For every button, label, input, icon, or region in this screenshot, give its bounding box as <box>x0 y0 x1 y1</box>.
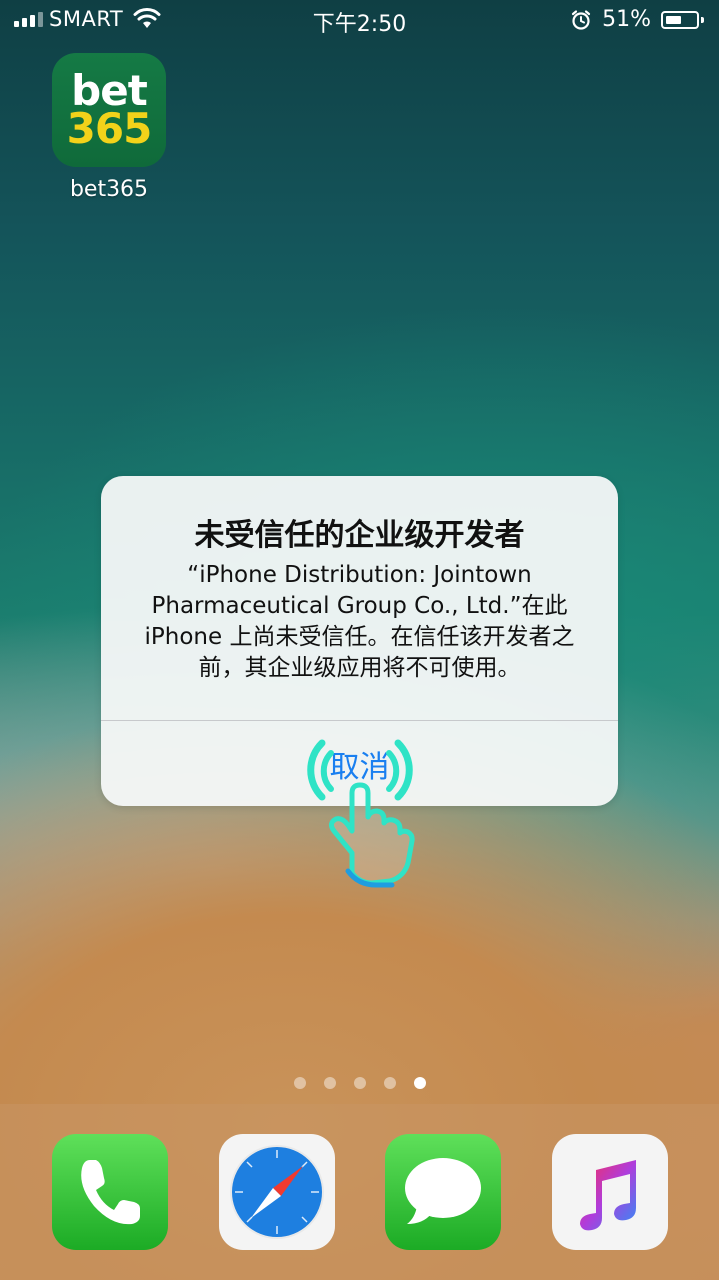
page-dot[interactable] <box>323 1077 336 1089</box>
safari-app[interactable] <box>219 1134 335 1250</box>
page-dot-active[interactable] <box>413 1077 426 1089</box>
dock <box>0 1104 719 1280</box>
phone-icon <box>81 1160 140 1225</box>
phone-app[interactable] <box>52 1134 168 1250</box>
safari-icon <box>230 1145 324 1239</box>
bet365-logo-text-bottom: 365 <box>66 104 153 153</box>
page-dot[interactable] <box>353 1077 366 1089</box>
bet365-logo-icon[interactable]: bet 365 <box>52 53 166 167</box>
music-app[interactable] <box>552 1134 668 1250</box>
page-dot[interactable] <box>383 1077 396 1089</box>
alert-message: “iPhone Distribution: Jointown Pharmaceu… <box>144 562 575 681</box>
status-bar: SMART 下午2:50 51% <box>0 0 719 40</box>
alert-title: 未受信任的企业级开发者 <box>194 518 525 553</box>
messages-app[interactable] <box>385 1134 501 1250</box>
music-icon <box>580 1160 636 1231</box>
page-dot[interactable] <box>293 1077 306 1089</box>
page-indicator[interactable] <box>0 1077 719 1089</box>
app-label-bet365: bet365 <box>69 177 149 202</box>
alarm-icon <box>571 9 591 30</box>
app-bet365[interactable]: bet 365 bet365 <box>52 53 166 202</box>
status-right: 51% <box>570 7 705 32</box>
battery-percent: 51% <box>602 7 651 32</box>
battery-icon <box>661 9 705 31</box>
cancel-button[interactable]: 取消 <box>101 721 618 806</box>
messages-icon <box>405 1158 481 1224</box>
untrusted-developer-alert: 未受信任的企业级开发者 “iPhone Distribution: Jointo… <box>101 476 618 806</box>
